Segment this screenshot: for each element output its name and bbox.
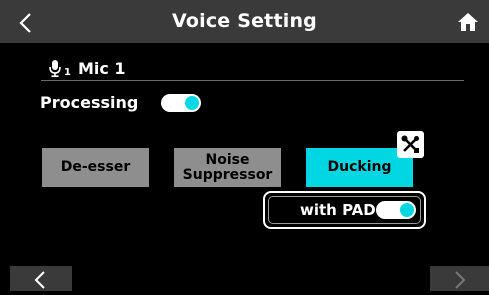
page-title: Voice Setting <box>172 10 317 32</box>
previous-page-button[interactable] <box>10 266 72 291</box>
processing-toggle[interactable] <box>161 94 201 112</box>
de-esser-button[interactable]: De-esser <box>42 148 149 187</box>
with-pad-toggle[interactable] <box>376 201 416 219</box>
processing-label: Processing <box>40 93 139 112</box>
divider <box>41 80 464 81</box>
de-esser-label: De-esser <box>60 159 131 175</box>
mic-label: Mic 1 <box>77 58 126 78</box>
chevron-right-icon <box>455 271 466 289</box>
header-bar: Voice Setting <box>0 0 489 43</box>
home-button[interactable] <box>457 11 479 33</box>
home-icon <box>458 13 478 31</box>
with-pad-label: with PAD <box>300 201 376 219</box>
next-page-button[interactable] <box>430 266 489 291</box>
toggle-knob <box>400 203 414 217</box>
toggle-knob <box>185 96 199 110</box>
chevron-left-icon <box>34 271 45 289</box>
noise-suppressor-label-line1: Noise <box>205 151 250 168</box>
noise-suppressor-label-line2: Suppressor <box>182 166 273 183</box>
mic-number: 1 <box>64 66 71 78</box>
ducking-settings-button[interactable] <box>397 131 424 158</box>
tools-icon <box>401 135 419 153</box>
mic-channel-row: 1 Mic 1 <box>48 58 126 78</box>
microphone-icon <box>49 60 61 77</box>
noise-suppressor-button[interactable]: Noise Suppressor <box>174 148 281 187</box>
ducking-label: Ducking <box>327 159 392 175</box>
